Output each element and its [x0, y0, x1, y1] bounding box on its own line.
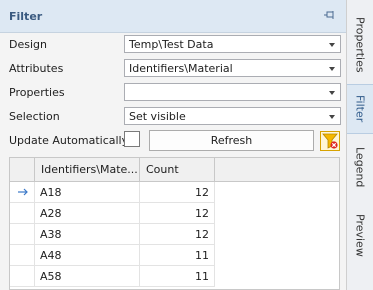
- tab-properties[interactable]: Properties: [347, 10, 373, 80]
- table-cell-name[interactable]: A58: [35, 266, 140, 287]
- attributes-label: Attributes: [9, 62, 64, 75]
- row-indicator: [10, 266, 35, 287]
- chevron-down-icon: [329, 115, 335, 119]
- row-indicator: [10, 224, 35, 245]
- design-label: Design: [9, 38, 47, 51]
- tab-filter[interactable]: Filter: [347, 84, 373, 134]
- row-indicator: [10, 245, 35, 266]
- table-cell-name[interactable]: A28: [35, 203, 140, 224]
- chevron-down-icon: [329, 43, 335, 47]
- table-cell-name[interactable]: A48: [35, 245, 140, 266]
- tab-label: Preview: [353, 213, 367, 257]
- selection-label: Selection: [9, 110, 60, 123]
- tab-legend[interactable]: Legend: [347, 140, 373, 195]
- row-indicator: [10, 182, 35, 203]
- tab-label: Properties: [353, 17, 367, 73]
- results-grid: Identifiers\Mate... Count A18 12 A28 12 …: [9, 157, 340, 290]
- tab-label: Legend: [353, 147, 367, 188]
- column-header-count[interactable]: Count: [140, 158, 215, 182]
- arrow-right-icon: [18, 188, 28, 196]
- chevron-down-icon: [329, 91, 335, 95]
- table-cell-count[interactable]: 12: [140, 203, 215, 224]
- column-header-identifiers[interactable]: Identifiers\Mate...: [35, 158, 140, 182]
- table-cell-count[interactable]: 11: [140, 266, 215, 287]
- selection-dropdown[interactable]: Set visible: [124, 107, 341, 125]
- filter-panel: Filter Design Temp\Test Data Attributes …: [0, 0, 347, 290]
- table-cell-name[interactable]: A18: [35, 182, 140, 203]
- grid-indicator-header: [10, 158, 35, 182]
- selection-value: Set visible: [129, 110, 186, 123]
- tab-label: Filter: [353, 95, 367, 123]
- table-cell-count[interactable]: 12: [140, 224, 215, 245]
- attributes-value: Identifiers\Material: [129, 62, 233, 75]
- clear-filter-icon: [322, 133, 338, 149]
- update-automatically-label: Update Automatically: [9, 134, 129, 147]
- clear-filter-button[interactable]: [320, 131, 340, 151]
- table-cell-name[interactable]: A38: [35, 224, 140, 245]
- chevron-down-icon: [329, 67, 335, 71]
- update-automatically-checkbox[interactable]: [124, 131, 140, 147]
- panel-title: Filter: [9, 10, 43, 23]
- design-dropdown[interactable]: Temp\Test Data: [124, 35, 341, 53]
- table-cell-count[interactable]: 11: [140, 245, 215, 266]
- pin-icon[interactable]: [324, 10, 336, 20]
- panel-title-bar: Filter: [0, 0, 346, 33]
- grid-empty-header: [215, 158, 339, 182]
- row-indicator: [10, 203, 35, 224]
- side-tab-strip: Properties Filter Legend Preview: [347, 0, 373, 290]
- properties-dropdown[interactable]: [124, 83, 341, 101]
- refresh-button[interactable]: Refresh: [149, 130, 314, 151]
- table-cell-count[interactable]: 12: [140, 182, 215, 203]
- attributes-dropdown[interactable]: Identifiers\Material: [124, 59, 341, 77]
- tab-preview[interactable]: Preview: [347, 205, 373, 265]
- design-value: Temp\Test Data: [129, 38, 214, 51]
- properties-label: Properties: [9, 86, 65, 99]
